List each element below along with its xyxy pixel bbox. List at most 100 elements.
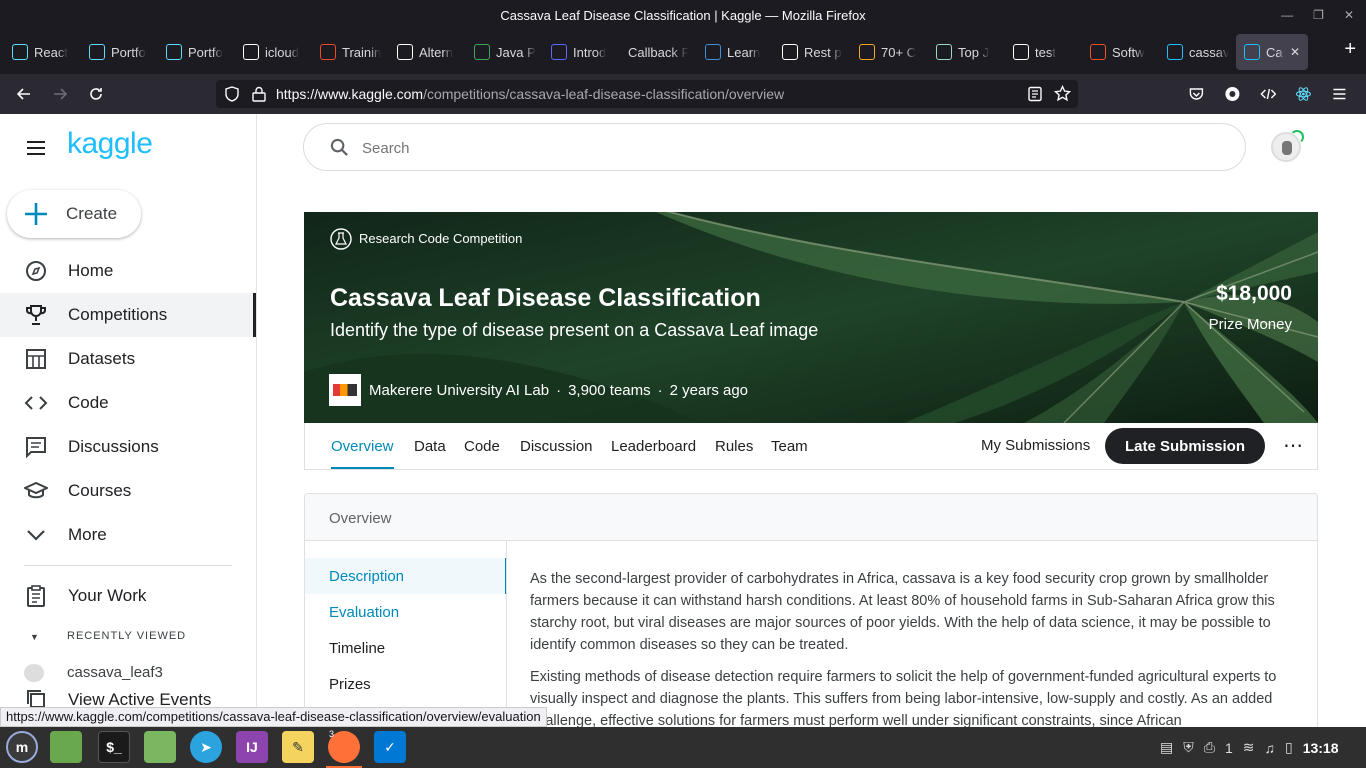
forward-button[interactable] [46, 74, 74, 114]
tab-discussion[interactable]: Discussion [520, 423, 593, 469]
browser-tab[interactable]: Rest p [774, 34, 851, 70]
clock[interactable]: 13:18 [1303, 740, 1339, 756]
sidebar-item-competitions[interactable]: Competitions [0, 293, 256, 337]
window-titlebar: Cassava Leaf Disease Classification | Ka… [0, 0, 1366, 30]
close-tab-icon[interactable]: ✕ [1290, 45, 1300, 59]
intellij-icon[interactable]: IJ [236, 731, 268, 763]
sidebar-item-label: Home [68, 261, 114, 280]
more-options-icon[interactable]: ⋯ [1283, 433, 1303, 458]
sound-icon[interactable]: ♫ [1264, 740, 1275, 756]
learn-icon [705, 44, 721, 60]
tab-leaderboard[interactable]: Leaderboard [611, 423, 696, 469]
browser-tab[interactable]: Top J [928, 34, 1005, 70]
link-status-url: https://www.kaggle.com/competitions/cass… [0, 707, 547, 727]
competition-subtitle: Identify the type of disease present on … [330, 320, 819, 340]
wifi-icon[interactable]: ≋ [1243, 739, 1255, 756]
tab-label: Top J [958, 44, 990, 60]
printer-icon[interactable]: ⎙ [1204, 739, 1215, 756]
browser-tab[interactable]: Introd [543, 34, 620, 70]
browser-tab[interactable]: React [4, 34, 81, 70]
tab-label: 70+ C [881, 44, 917, 60]
section-link-evaluation[interactable]: Evaluation [305, 594, 506, 630]
browser-tab[interactable]: Learn [697, 34, 774, 70]
react-devtools-icon[interactable] [1295, 86, 1312, 102]
browser-tab[interactable]: test [1005, 34, 1082, 70]
sidebar-item-more[interactable]: More [0, 513, 256, 557]
reader-view-icon[interactable] [1027, 86, 1043, 102]
chevron-down-icon [24, 523, 48, 547]
intro-icon [551, 44, 567, 60]
files-folder-icon[interactable] [50, 731, 82, 763]
browser-tab[interactable]: Callback F [620, 34, 697, 70]
host-logo[interactable] [329, 374, 361, 406]
telegram-icon[interactable]: ➤ [190, 731, 222, 763]
browser-tab[interactable]: Softw [1082, 34, 1159, 70]
collapse-triangle-icon[interactable]: ▼ [30, 632, 39, 642]
sidebar-item-your-work[interactable]: Your Work [0, 574, 256, 618]
close-window-icon[interactable]: ✕ [1344, 8, 1354, 22]
clipboard-tray-icon[interactable]: ▤ [1160, 739, 1173, 756]
search-input[interactable] [362, 136, 1162, 160]
competition-header-banner: Research Code Competition Cassava Leaf D… [304, 212, 1318, 423]
battery-icon[interactable]: ▯ [1285, 739, 1293, 756]
create-button[interactable]: Create [7, 190, 141, 238]
bookmark-star-icon[interactable] [1054, 85, 1071, 102]
description-paragraph-2: Existing methods of disease detection re… [530, 669, 1277, 729]
kaggle-logo[interactable]: kaggle [67, 127, 153, 161]
late-submission-button[interactable]: Late Submission [1105, 428, 1265, 464]
browser-tab[interactable]: Trainin [312, 34, 389, 70]
notes-icon[interactable]: ✎ [282, 731, 314, 763]
compass-icon [24, 259, 48, 283]
mountain-icon [936, 44, 952, 60]
flask-icon [330, 228, 352, 250]
vscode-icon[interactable]: ✓ [374, 731, 406, 763]
hamburger-menu-icon[interactable] [1331, 86, 1348, 102]
folder-icon[interactable] [144, 731, 176, 763]
host-name[interactable]: Makerere University AI Lab [369, 382, 549, 399]
tab-team[interactable]: Team [771, 423, 808, 469]
section-link-description[interactable]: Description [305, 558, 506, 594]
recent-item-cassava-leaf3[interactable]: cassava_leaf3 [67, 664, 163, 681]
browser-tab[interactable]: Java P [466, 34, 543, 70]
sidebar-item-courses[interactable]: Courses [0, 469, 256, 513]
minimize-icon[interactable]: — [1281, 8, 1293, 22]
browser-tab[interactable]: icloud [235, 34, 312, 70]
new-tab-button[interactable]: + [1344, 38, 1356, 61]
back-button[interactable] [10, 74, 38, 114]
my-submissions-link[interactable]: My Submissions [981, 437, 1090, 454]
section-link-timeline[interactable]: Timeline [305, 630, 506, 666]
tab-code[interactable]: Code [464, 423, 500, 469]
sidebar-item-datasets[interactable]: Datasets [0, 337, 256, 381]
reload-button[interactable] [82, 74, 110, 114]
pocket-icon[interactable] [1188, 86, 1205, 102]
section-link-prizes[interactable]: Prizes [305, 666, 506, 702]
react-icon [166, 44, 182, 60]
sidebar-item-code[interactable]: Code [0, 381, 256, 425]
developer-tools-icon[interactable] [1260, 86, 1277, 102]
menu-logo-icon[interactable]: m [6, 731, 38, 763]
competition-tabs: Overview Data Code Discussion Leaderboard Rul… [304, 423, 1318, 470]
browser-tab[interactable]: 70+ C [851, 34, 928, 70]
menu-icon[interactable] [26, 140, 46, 156]
maximize-icon[interactable]: ❐ [1313, 8, 1324, 22]
search-bar[interactable] [303, 123, 1246, 171]
overview-header-bar [305, 494, 1317, 541]
url-bar[interactable]: https://www.kaggle.com/competitions/cass… [216, 80, 1078, 108]
shield-tray-icon[interactable]: ⛨ [1183, 739, 1194, 756]
printer-count: 1 [1224, 739, 1233, 756]
sidebar-divider [24, 565, 232, 566]
browser-tab[interactable]: Portfo [81, 34, 158, 70]
tab-overview[interactable]: Overview [331, 423, 394, 469]
sidebar-item-discussions[interactable]: Discussions [0, 425, 256, 469]
sidebar-item-home[interactable]: Home [0, 249, 256, 293]
terminal-icon[interactable]: $_ [98, 731, 130, 763]
tab-label: Altern [419, 44, 453, 60]
account-icon[interactable] [1224, 86, 1241, 102]
tab-rules[interactable]: Rules [715, 423, 753, 469]
browser-tab[interactable]: Cas ✕ [1236, 34, 1308, 70]
tab-data[interactable]: Data [414, 423, 446, 469]
url-text[interactable]: https://www.kaggle.com/competitions/cass… [276, 86, 784, 102]
browser-tab[interactable]: cassav [1159, 34, 1236, 70]
browser-tab[interactable]: Altern [389, 34, 466, 70]
browser-tab[interactable]: Portfo [158, 34, 235, 70]
